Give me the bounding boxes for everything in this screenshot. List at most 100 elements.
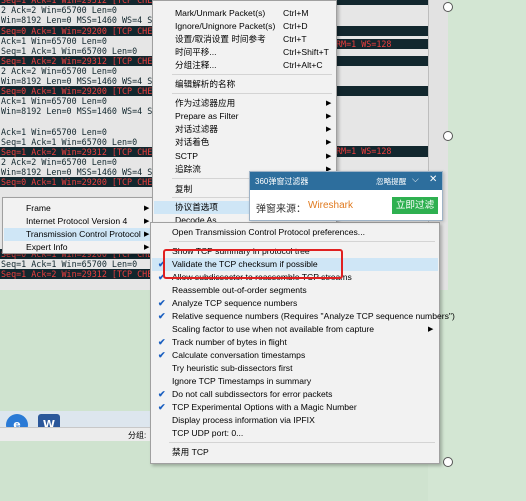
popup-source-value: Wireshark	[308, 200, 354, 211]
check-icon: ✔	[158, 350, 166, 360]
menu-item[interactable]: Reassemble out-of-order segments	[152, 284, 438, 297]
menu-item[interactable]: ✔ TCP Experimental Options with a Magic N…	[152, 401, 438, 414]
submenu-arrow-icon: ▶	[144, 218, 150, 225]
menu-item-label: 分组注释...	[175, 60, 217, 70]
menu-item[interactable]: 编辑解析的名称	[154, 78, 335, 91]
menu-item-label: Try heuristic sub-dissectors first	[172, 363, 293, 373]
menu-item[interactable]: Frame ▶	[4, 202, 154, 215]
menu-item[interactable]: Prepare as Filter ▶	[154, 110, 335, 123]
menu-item-label: Transmission Control Protocol	[26, 229, 141, 239]
submenu-arrow-icon: ▶	[326, 139, 332, 146]
menu-item-label: Expert Info	[26, 242, 68, 252]
menu-item-label: Display process information via IPFIX	[172, 415, 315, 425]
menu-item[interactable]: Transmission Control Protocol ▶	[4, 228, 154, 241]
menu-item[interactable]: ✔ Calculate conversation timestamps	[152, 349, 438, 362]
submenu-arrow-icon: ▶	[144, 231, 150, 238]
menu-item-label: 协议首选项	[175, 202, 218, 212]
status-packets-label: 分组:	[128, 431, 147, 440]
packet-row-fragment[interactable]: RM=1 WS=128	[335, 39, 428, 49]
menu-item-label: 编辑解析的名称	[175, 79, 236, 89]
menu-item-label: 设置/取消设置 时间参考	[175, 34, 266, 44]
menu-item[interactable]: Mark/Unmark Packet(s) Ctrl+M	[154, 7, 335, 20]
menu-item-label: Analyze TCP sequence numbers	[172, 298, 298, 308]
menu-item-label: 复制	[175, 184, 193, 194]
menu-item[interactable]: Display process information via IPFIX	[152, 414, 438, 427]
popup-header: 360弹窗过滤器 忽略提醒 ⌵ ✕	[250, 172, 442, 190]
resize-handle[interactable]	[443, 2, 453, 12]
menu-item[interactable]: 对话过滤器 ▶	[154, 123, 335, 136]
menu-item-label: Ignore/Unignore Packet(s)	[175, 21, 276, 31]
popup-filter-dialog: 360弹窗过滤器 忽略提醒 ⌵ ✕ 弹窗来源： Wireshark 立即过滤	[249, 171, 443, 221]
submenu-arrow-icon: ▶	[326, 153, 332, 160]
submenu-arrow-icon: ▶	[326, 100, 332, 107]
submenu-arrow-icon: ▶	[326, 113, 332, 120]
submenu-arrow-icon: ▶	[428, 326, 434, 333]
check-icon: ✔	[158, 389, 166, 399]
menu-item[interactable]: 对话着色 ▶	[154, 136, 335, 149]
menu-separator	[172, 93, 332, 94]
menu-item[interactable]: TCP UDP port: 0...	[152, 427, 438, 440]
menu-separator	[172, 74, 332, 75]
menu-item[interactable]: Try heuristic sub-dissectors first	[152, 362, 438, 375]
menu-item-shortcut: Ctrl+Shift+T	[283, 47, 329, 57]
menu-item-label: Calculate conversation timestamps	[172, 350, 306, 360]
menu-item-shortcut: Ctrl+M	[283, 8, 309, 18]
menu-item-label: Internet Protocol Version 4	[26, 216, 128, 226]
popup-ignore-link[interactable]: 忽略提醒	[376, 176, 406, 187]
menu-item-shortcut: Ctrl+D	[283, 21, 308, 31]
menu-item[interactable]: ✔ Relative sequence numbers (Requires "An…	[152, 310, 455, 323]
packet-row-fragment[interactable]: RM=1 WS=128	[335, 146, 428, 156]
menu-item[interactable]: Internet Protocol Version 4 ▶	[4, 215, 154, 228]
menu-item-shortcut: Ctrl+T	[283, 34, 307, 44]
menu-item-label: 对话过滤器	[175, 124, 218, 134]
menu-item-label: 作为过滤器应用	[175, 98, 236, 108]
resize-handle[interactable]	[443, 131, 453, 141]
menu-item[interactable]: Ignore/Unignore Packet(s) Ctrl+D	[154, 20, 335, 33]
menu-item-shortcut: Ctrl+Alt+C	[283, 60, 323, 70]
menu-item-label: Relative sequence numbers (Requires "Ana…	[172, 311, 455, 321]
menu-item-label: 时间平移...	[175, 47, 217, 57]
menu-item-label: TCP Experimental Options with a Magic Nu…	[172, 402, 357, 412]
menu-item[interactable]: SCTP ▶	[154, 150, 335, 163]
menu-item[interactable]: 时间平移... Ctrl+Shift+T	[154, 46, 335, 59]
highlight-annotation	[163, 249, 343, 279]
protocol-submenu: Frame ▶ Internet Protocol Version 4 ▶ Transm…	[2, 197, 156, 254]
menu-item[interactable]: Ignore TCP Timestamps in summary	[152, 375, 438, 388]
menu-item[interactable]: Open Transmission Control Protocol prefe…	[152, 226, 438, 239]
menu-item-label: Open Transmission Control Protocol prefe…	[172, 227, 365, 237]
menu-item[interactable]: 禁用 TCP	[152, 446, 438, 459]
menu-item[interactable]: Scaling factor to use when not available…	[152, 323, 438, 336]
chevron-down-icon[interactable]: ⌵	[412, 174, 419, 185]
menu-item-label: Frame	[26, 203, 51, 213]
menu-item-label: Scaling factor to use when not available…	[172, 324, 375, 334]
submenu-arrow-icon: ▶	[144, 205, 150, 212]
menu-item[interactable]: Expert Info ▶	[4, 241, 154, 254]
check-icon: ✔	[158, 298, 166, 308]
popup-title: 360弹窗过滤器	[255, 177, 309, 186]
check-icon: ✔	[158, 311, 166, 321]
menu-separator	[169, 442, 435, 443]
menu-item-label: TCP UDP port: 0...	[172, 428, 244, 438]
menu-item-label: Track number of bytes in flight	[172, 337, 287, 347]
menu-item-label: Do not call subdissectors for error pack…	[172, 389, 333, 399]
menu-item-label: 对话着色	[175, 137, 210, 147]
menu-item-label: Ignore TCP Timestamps in summary	[172, 376, 312, 386]
menu-item[interactable]: 设置/取消设置 时间参考 Ctrl+T	[154, 33, 335, 46]
menu-item[interactable]: 作为过滤器应用 ▶	[154, 97, 335, 110]
menu-item-label: Prepare as Filter	[175, 111, 239, 121]
resize-handle[interactable]	[443, 457, 453, 467]
close-icon[interactable]: ✕	[429, 174, 437, 185]
filter-now-button[interactable]: 立即过滤	[392, 197, 438, 214]
menu-item[interactable]: ✔ Analyze TCP sequence numbers	[152, 297, 438, 310]
submenu-arrow-icon: ▶	[144, 244, 150, 251]
submenu-arrow-icon: ▶	[326, 126, 332, 133]
menu-item[interactable]: ✔ Do not call subdissectors for error pac…	[152, 388, 438, 401]
check-icon: ✔	[158, 402, 166, 412]
menu-item-label: Reassemble out-of-order segments	[172, 285, 307, 295]
check-icon: ✔	[158, 337, 166, 347]
menu-item-label: Mark/Unmark Packet(s)	[175, 8, 266, 18]
popup-source-label: 弹窗来源：	[256, 204, 306, 215]
menu-item[interactable]: ✔ Track number of bytes in flight	[152, 336, 438, 349]
menu-item[interactable]: 分组注释... Ctrl+Alt+C	[154, 59, 335, 72]
menu-item-label: SCTP	[175, 151, 198, 161]
